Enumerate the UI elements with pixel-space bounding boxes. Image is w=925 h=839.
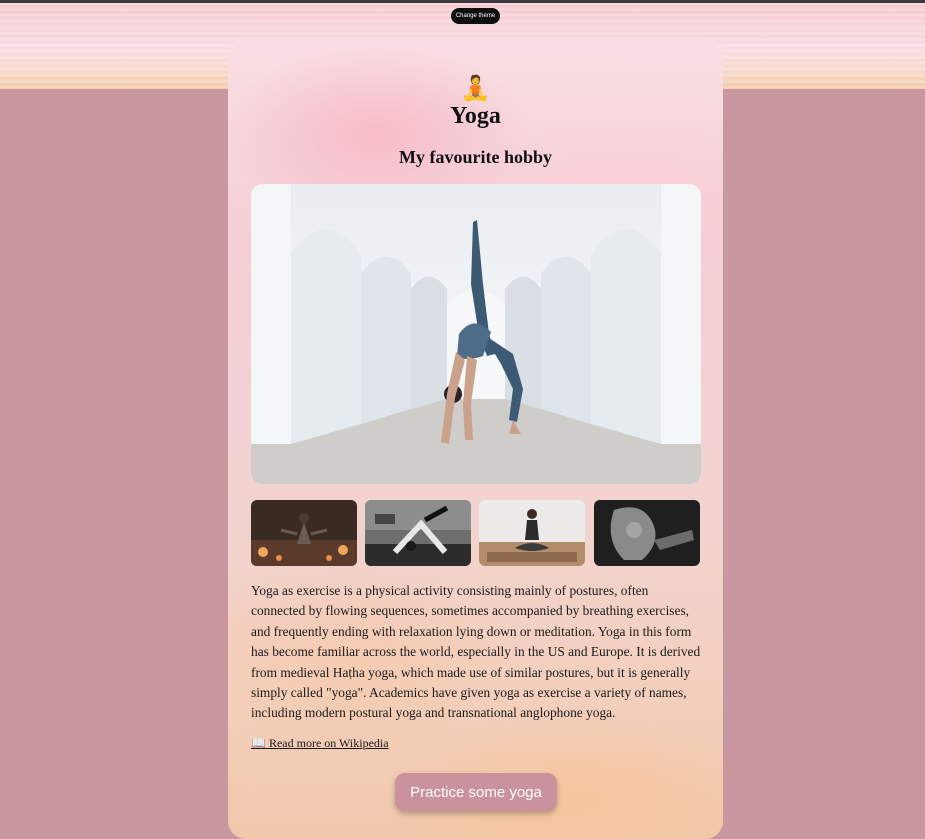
hobby-card: 🧘 Yoga My favourite hobby Yoga as exerci… bbox=[228, 39, 723, 839]
practice-yoga-button[interactable]: Practice some yoga bbox=[395, 773, 557, 811]
closeup-pose-photo bbox=[594, 500, 700, 566]
downward-dog-photo bbox=[365, 500, 471, 566]
change-theme-button[interactable]: Change theme bbox=[451, 8, 500, 24]
gallery-thumbnail-candles[interactable] bbox=[251, 500, 357, 566]
candle-meditation-photo bbox=[251, 500, 357, 566]
seated-meditation-photo bbox=[479, 500, 585, 566]
book-icon: 📖 bbox=[251, 736, 266, 750]
gallery-thumbnail-bw-closeup[interactable] bbox=[594, 500, 700, 566]
yoga-pose-photo bbox=[251, 184, 701, 484]
yoga-emoji-icon: 🧘 bbox=[460, 74, 491, 102]
gallery-thumbnail-downward-dog[interactable] bbox=[365, 500, 471, 566]
wikipedia-link[interactable]: 📖 Read more on Wikipedia bbox=[251, 736, 389, 751]
wikipedia-link-label: Read more on Wikipedia bbox=[268, 736, 389, 750]
hobby-description: Yoga as exercise is a physical activity … bbox=[251, 583, 701, 721]
hero-image bbox=[251, 184, 701, 484]
gallery-thumbnail-seated-pose[interactable] bbox=[479, 500, 585, 566]
page-subtitle: My favourite hobby bbox=[399, 147, 552, 167]
page-title: Yoga bbox=[450, 103, 501, 129]
